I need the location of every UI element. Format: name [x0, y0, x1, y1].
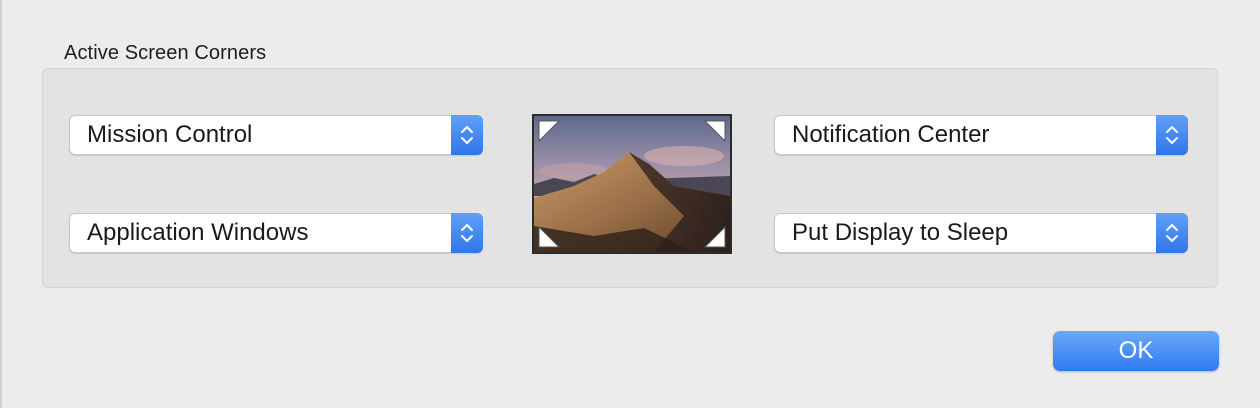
- up-down-chevron-icon: [451, 115, 483, 155]
- bottom-right-corner-icon: [704, 226, 726, 248]
- screen-preview: [532, 114, 732, 254]
- up-down-chevron-icon: [1156, 115, 1188, 155]
- up-down-chevron-icon: [451, 213, 483, 253]
- bottom-left-corner-popup[interactable]: Application Windows: [69, 213, 483, 253]
- bottom-right-corner-popup[interactable]: Put Display to Sleep: [774, 213, 1188, 253]
- window-left-edge: [0, 0, 2, 408]
- desert-wallpaper-image: [534, 116, 730, 252]
- top-left-corner-label: Mission Control: [87, 121, 253, 148]
- top-left-corner-popup[interactable]: Mission Control: [69, 115, 483, 155]
- bottom-left-corner-icon: [538, 226, 560, 248]
- section-title: Active Screen Corners: [64, 42, 267, 64]
- bottom-right-corner-label: Put Display to Sleep: [792, 219, 1009, 246]
- ok-button[interactable]: OK: [1053, 331, 1219, 371]
- top-left-corner-icon: [538, 120, 560, 142]
- top-right-corner-popup[interactable]: Notification Center: [774, 115, 1188, 155]
- up-down-chevron-icon: [1156, 213, 1188, 253]
- bottom-left-corner-label: Application Windows: [87, 219, 309, 246]
- top-right-corner-label: Notification Center: [792, 121, 990, 148]
- top-right-corner-icon: [704, 120, 726, 142]
